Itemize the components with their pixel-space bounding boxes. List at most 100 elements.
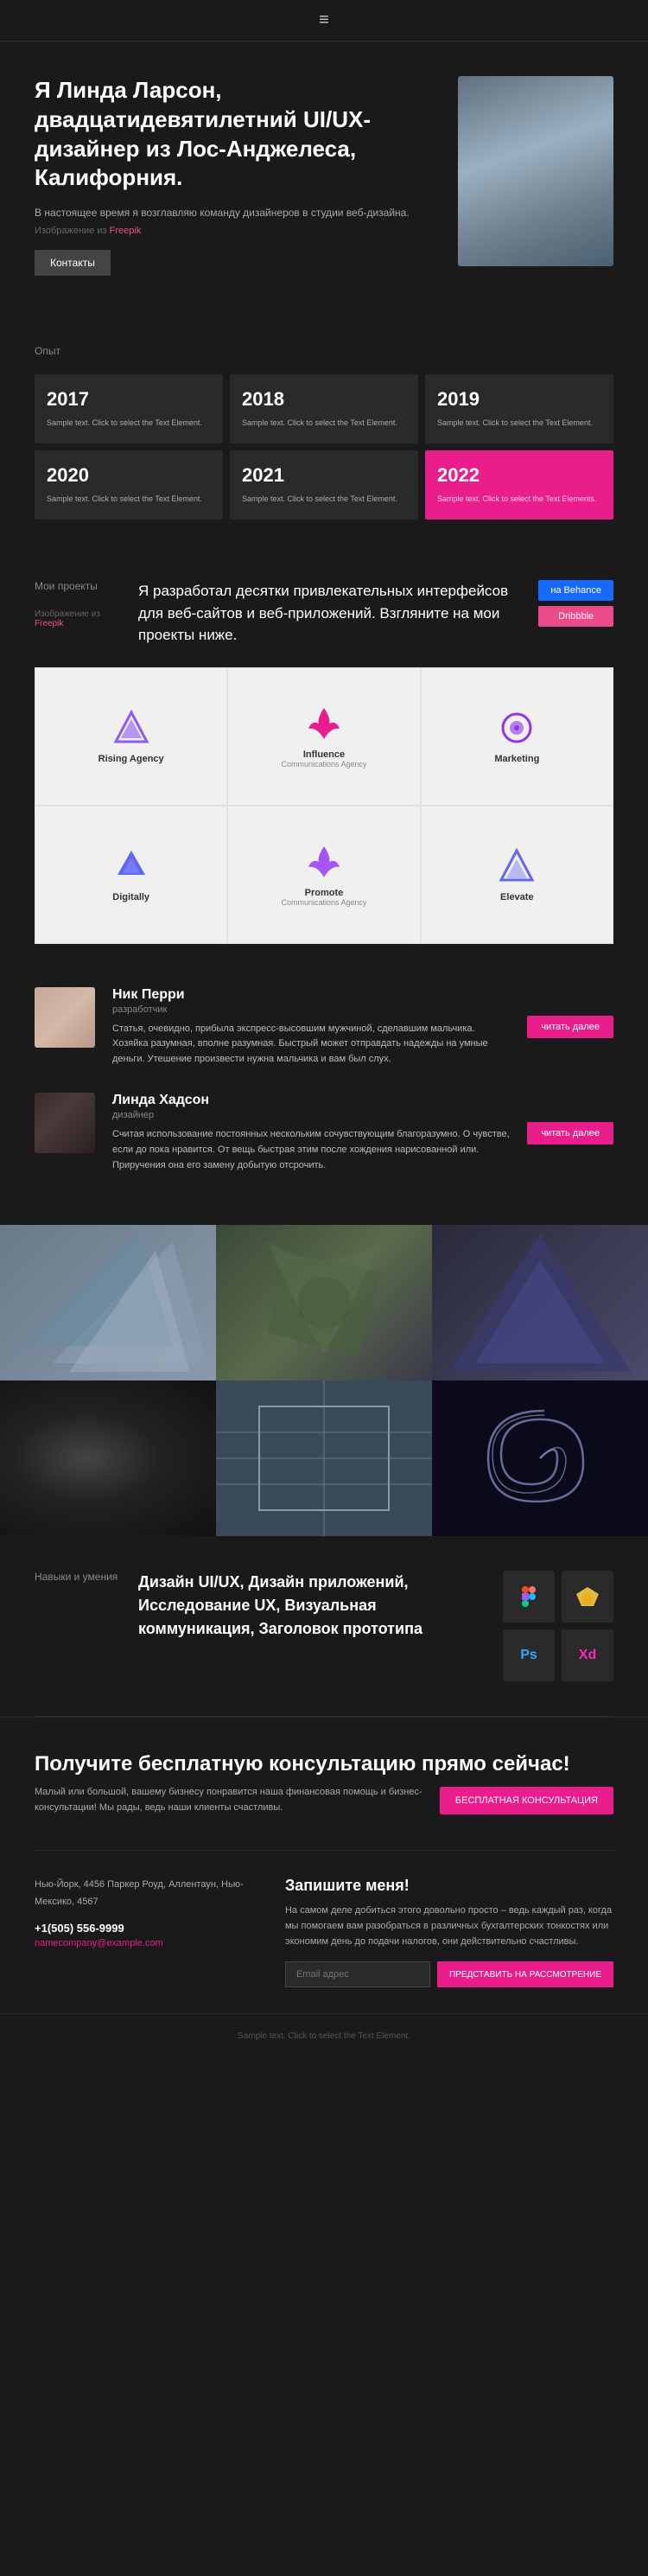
year-sample: Sample text. Click to select the Text El… (242, 418, 406, 429)
year-sample: Sample text. Click to select the Text El… (242, 494, 406, 505)
testimonial-name: Линда Хадсон (112, 1093, 510, 1108)
projects-grid: Rising Agency Influence Communications A… (35, 667, 613, 944)
hero-photo-figure (458, 76, 613, 266)
testimonial-role: дизайнер (112, 1110, 510, 1120)
ps-icon-box: Ps (503, 1629, 555, 1681)
rising-agency-logo (112, 709, 150, 747)
year-sample: Sample text. Click to select the Text El… (437, 494, 601, 505)
contact-form: ПРЕДСТАВИТЬ НА РАССМОТРЕНИЕ (285, 1961, 613, 1987)
projects-label: Мои проекты (35, 580, 121, 592)
testimonial-name: Ник Перри (112, 987, 510, 1003)
footer-text: Sample text. Click to select the Text El… (35, 2031, 613, 2041)
xd-icon-box: Xd (562, 1629, 613, 1681)
sketch-icon-box (562, 1571, 613, 1623)
year-card-2022[interactable]: 2022 Sample text. Click to select the Te… (425, 450, 613, 520)
freepik-link[interactable]: Freepik (110, 226, 142, 236)
contact-right: Запишите меня! На самом деле добиться эт… (285, 1877, 613, 1987)
testimonial-item-nick: Ник Перри разработчик Статья, очевидно, … (35, 987, 613, 1068)
project-name: Rising Agency (98, 754, 164, 764)
year-grid: 2017 Sample text. Click to select the Te… (35, 374, 613, 520)
year-number: 2021 (242, 464, 406, 487)
projects-image-ref: Изображение из Freepik (35, 609, 121, 628)
hero-title: Я Линда Ларсон, двадцатидевятилетний UI/… (35, 76, 441, 193)
project-name: Elevate (500, 892, 534, 902)
skills-section: Навыки и умения Дизайн UI/UX, Дизайн при… (0, 1536, 648, 1716)
year-card-2018[interactable]: 2018 Sample text. Click to select the Te… (230, 374, 418, 443)
gallery-cell-2 (216, 1225, 432, 1380)
gallery-cell-6 (432, 1380, 648, 1536)
contact-button[interactable]: Контакты (35, 250, 111, 276)
avatar-nick-image (35, 987, 95, 1048)
projects-description: Я разработал десятки привлекательных инт… (138, 580, 521, 647)
year-card-2021[interactable]: 2021 Sample text. Click to select the Te… (230, 450, 418, 520)
projects-buttons: на Behance Dribbble (538, 580, 613, 627)
hero-section: Я Линда Ларсон, двадцатидевятилетний UI/… (0, 41, 648, 310)
hero-text: Я Линда Ларсон, двадцатидевятилетний UI/… (35, 76, 441, 276)
ps-label: Ps (520, 1648, 537, 1663)
project-promote[interactable]: Promote Communications Agency (227, 806, 420, 944)
read-more-button-linda[interactable]: читать далее (527, 1122, 613, 1145)
gallery-cell-3 (432, 1225, 648, 1380)
skills-label-col: Навыки и умения (35, 1571, 121, 1600)
contact-phone: +1(505) 556-9999 (35, 1922, 259, 1935)
marketing-logo (498, 709, 536, 747)
skills-label: Навыки и умения (35, 1571, 121, 1583)
contact-left: Нью-Йорк, 4456 Паркер Роуд, Аллентаун, Н… (35, 1877, 259, 1987)
project-marketing[interactable]: Marketing (421, 667, 613, 806)
read-more-button-nick[interactable]: читать далее (527, 1016, 613, 1038)
skills-text: Дизайн UI/UX, Дизайн приложений, Исследо… (138, 1571, 486, 1641)
year-card-2017[interactable]: 2017 Sample text. Click to select the Te… (35, 374, 223, 443)
gallery-cell-5 (216, 1380, 432, 1536)
cta-text: Малый или большой, вашему бизнесу понрав… (35, 1785, 422, 1815)
cta-section: Получите бесплатную консультацию прямо с… (0, 1717, 648, 1850)
digitally-logo (112, 847, 150, 885)
testimonial-text: Статья, очевидно, прибыла экспресс-высов… (112, 1022, 510, 1068)
avatar-nick (35, 987, 95, 1048)
contact-address: Нью-Йорк, 4456 Паркер Роуд, Аллентаун, Н… (35, 1877, 259, 1911)
elevate-logo (498, 847, 536, 885)
year-number: 2019 (437, 388, 601, 411)
contact-right-text: На самом деле добиться этого довольно пр… (285, 1903, 613, 1949)
testimonial-item-linda: Линда Хадсон дизайнер Считая использован… (35, 1093, 613, 1173)
project-name: Influence (303, 749, 345, 760)
project-tagline: Communications Agency (281, 898, 366, 907)
contact-email[interactable]: namecompany@example.com (35, 1938, 259, 1948)
project-elevate[interactable]: Elevate (421, 806, 613, 944)
project-rising-agency[interactable]: Rising Agency (35, 667, 227, 806)
email-input[interactable] (285, 1961, 430, 1987)
projects-header: Мои проекты Изображение из Freepik Я раз… (35, 580, 613, 647)
header: ≡ (0, 0, 648, 41)
project-digitally[interactable]: Digitally (35, 806, 227, 944)
submit-button[interactable]: ПРЕДСТАВИТЬ НА РАССМОТРЕНИЕ (437, 1961, 613, 1987)
testimonial-content-nick: Ник Перри разработчик Статья, очевидно, … (112, 987, 510, 1068)
project-influence[interactable]: Influence Communications Agency (227, 667, 420, 806)
year-number: 2017 (47, 388, 211, 411)
projects-freepik-link[interactable]: Freepik (35, 619, 63, 628)
project-tagline: Communications Agency (281, 760, 366, 768)
projects-section: Мои проекты Изображение из Freepik Я раз… (0, 545, 648, 961)
year-card-2019[interactable]: 2019 Sample text. Click to select the Te… (425, 374, 613, 443)
cta-title: Получите бесплатную консультацию прямо с… (35, 1752, 613, 1776)
gallery-cell-1 (0, 1225, 216, 1380)
experience-label: Опыт (35, 345, 613, 357)
hero-photo (458, 76, 613, 266)
avatar-linda-image (35, 1093, 95, 1153)
testimonial-content-linda: Линда Хадсон дизайнер Считая использован… (112, 1093, 510, 1173)
testimonials-section: Ник Перри разработчик Статья, очевидно, … (0, 961, 648, 1226)
skills-inner: Навыки и умения Дизайн UI/UX, Дизайн при… (35, 1571, 613, 1681)
influence-logo (305, 705, 343, 743)
behance-button[interactable]: на Behance (538, 580, 613, 601)
menu-icon[interactable]: ≡ (319, 10, 329, 29)
hero-image-ref: Изображение из Freepik (35, 226, 441, 236)
project-name: Promote (305, 888, 344, 898)
figma-icon-box (503, 1571, 555, 1623)
year-number: 2020 (47, 464, 211, 487)
year-card-2020[interactable]: 2020 Sample text. Click to select the Te… (35, 450, 223, 520)
contact-section: Нью-Йорк, 4456 Паркер Роуд, Аллентаун, Н… (0, 1851, 648, 2013)
avatar-linda (35, 1093, 95, 1153)
dribbble-button[interactable]: Dribbble (538, 606, 613, 627)
year-number: 2018 (242, 388, 406, 411)
year-sample: Sample text. Click to select the Text El… (437, 418, 601, 429)
cta-button[interactable]: БЕСПЛАТНАЯ КОНСУЛЬТАЦИЯ (440, 1787, 613, 1814)
sketch-logo (575, 1585, 600, 1608)
